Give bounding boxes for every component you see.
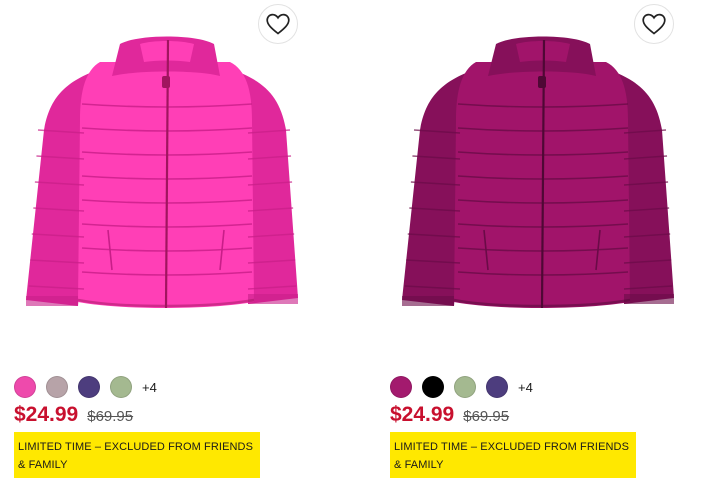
product-image[interactable] xyxy=(384,0,705,360)
price-block: $24.99 $69.95 xyxy=(390,403,509,427)
product-image[interactable] xyxy=(8,0,338,360)
heart-icon xyxy=(642,13,666,35)
color-swatches: +4 xyxy=(390,376,533,398)
favorite-button[interactable] xyxy=(258,4,298,44)
color-swatches: +4 xyxy=(14,376,157,398)
product-card: +4 $24.99 $69.95 LIMITED TIME – EXCLUDED… xyxy=(8,0,338,485)
original-price: $69.95 xyxy=(87,408,134,425)
jacket-image[interactable] xyxy=(384,0,705,360)
color-swatch[interactable] xyxy=(486,376,508,398)
price-block: $24.99 $69.95 xyxy=(14,403,133,427)
more-colors-link[interactable]: +4 xyxy=(142,380,157,395)
color-swatch[interactable] xyxy=(46,376,68,398)
color-swatch[interactable] xyxy=(14,376,36,398)
color-swatch[interactable] xyxy=(390,376,412,398)
color-swatch[interactable] xyxy=(110,376,132,398)
promo-banner: LIMITED TIME – EXCLUDED FROM FRIENDS & F… xyxy=(390,432,636,478)
favorite-button[interactable] xyxy=(634,4,674,44)
heart-icon xyxy=(266,13,290,35)
product-card: +4 $24.99 $69.95 LIMITED TIME – EXCLUDED… xyxy=(384,0,705,485)
color-swatch[interactable] xyxy=(78,376,100,398)
sale-price: $24.99 xyxy=(14,403,79,426)
more-colors-link[interactable]: +4 xyxy=(518,380,533,395)
original-price: $69.95 xyxy=(463,408,510,425)
color-swatch[interactable] xyxy=(422,376,444,398)
sale-price: $24.99 xyxy=(390,403,455,426)
promo-banner: LIMITED TIME – EXCLUDED FROM FRIENDS & F… xyxy=(14,432,260,478)
jacket-image[interactable] xyxy=(8,0,338,360)
color-swatch[interactable] xyxy=(454,376,476,398)
